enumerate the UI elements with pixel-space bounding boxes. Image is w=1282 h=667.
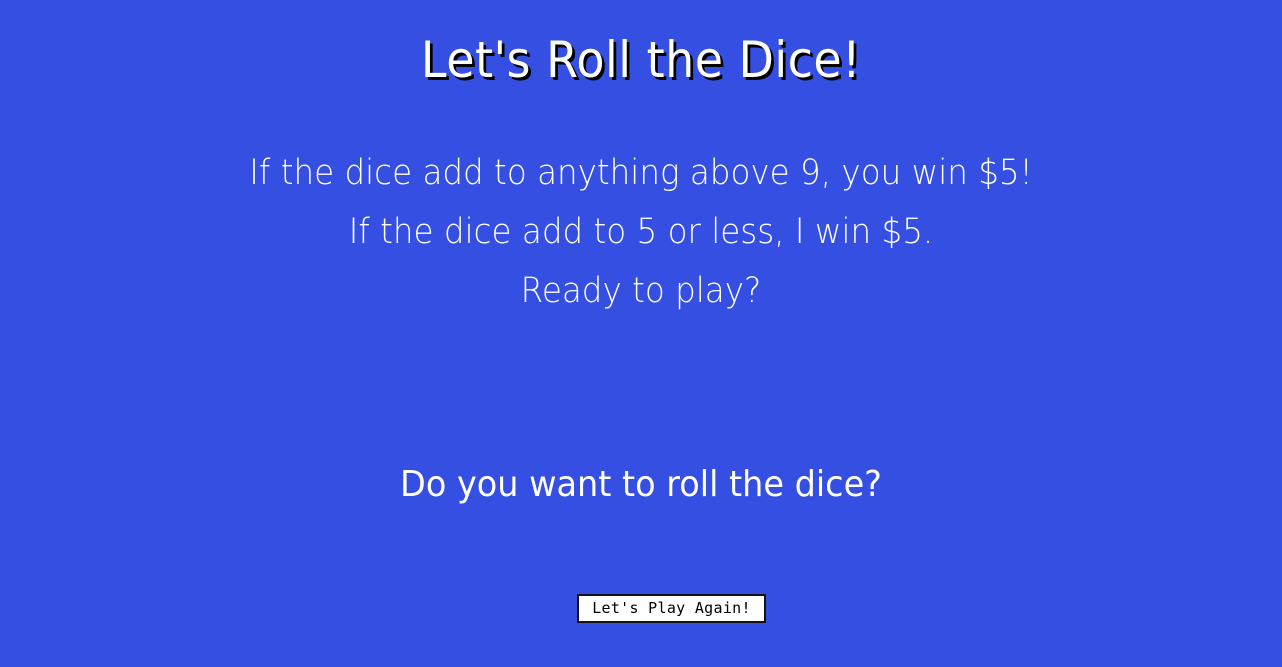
play-again-button[interactable]: Let's Play Again! bbox=[577, 594, 766, 623]
page-title: Let's Roll the Dice! bbox=[420, 31, 862, 89]
roll-question: Do you want to roll the dice? bbox=[400, 464, 882, 505]
dice-game-page: Let's Roll the Dice! If the dice add to … bbox=[0, 0, 1282, 667]
rules-text: If the dice add to anything above 9, you… bbox=[0, 144, 1282, 321]
rule-lose-line: If the dice add to 5 or less, I win $5. bbox=[348, 212, 934, 252]
rule-win-line: If the dice add to anything above 9, you… bbox=[249, 153, 1033, 193]
ready-prompt: Ready to play? bbox=[520, 271, 762, 311]
